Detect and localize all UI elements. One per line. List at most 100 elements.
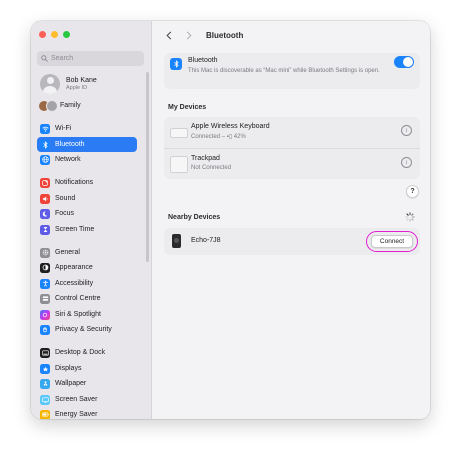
sidebar-item-family[interactable]: Family (37, 98, 137, 113)
sidebar-item-label: Wi-Fi (55, 125, 72, 132)
sidebar-item-label: Privacy & Security (55, 326, 112, 333)
wifi-icon (40, 123, 50, 134)
info-icon[interactable]: i (401, 125, 412, 136)
trackpad-icon (170, 156, 188, 173)
toolbar: Bluetooth (152, 21, 430, 49)
wallpaper-icon (40, 378, 50, 389)
sidebar-item-wifi[interactable]: Wi-Fi (37, 121, 137, 136)
my-devices-list: Apple Wireless Keyboard Connected – ▪▯ 4… (164, 117, 420, 179)
page-title: Bluetooth (206, 30, 244, 40)
main-pane: Bluetooth Bluetooth This Mac is discover… (152, 21, 430, 419)
help-button[interactable]: ? (406, 185, 419, 198)
sidebar-item-label: Network (55, 156, 81, 163)
search-icon (41, 55, 48, 62)
sidebar-item-label: Accessibility (55, 280, 94, 287)
speaker-device-icon (172, 234, 181, 248)
dock-icon (40, 347, 50, 358)
device-name: Apple Wireless Keyboard (191, 123, 270, 130)
profile-subtitle: Apple ID (66, 85, 88, 91)
sidebar-item-label: Screen Time (55, 226, 95, 233)
sidebar-item-bluetooth[interactable]: Bluetooth (37, 137, 137, 152)
zoom-button[interactable] (63, 31, 70, 38)
loading-spinner-icon (405, 212, 415, 222)
sidebar-item-label: General (55, 249, 80, 256)
window-controls (39, 31, 70, 38)
speaker-icon (40, 193, 50, 204)
sidebar-item-label: Family (60, 102, 81, 109)
sidebar-item-screen-saver[interactable]: Screen Saver (37, 392, 137, 407)
info-icon[interactable]: i (401, 157, 412, 168)
sidebar-scrollbar[interactable] (146, 72, 149, 262)
profile-name: Bob Kane (66, 77, 97, 84)
sidebar-item-label: Wallpaper (55, 380, 87, 387)
sidebar-item-wallpaper[interactable]: Wallpaper (37, 376, 137, 391)
sidebar-item-label: Focus (55, 210, 75, 217)
sidebar-item-label: Sound (55, 195, 76, 202)
moon-icon (40, 208, 50, 219)
sidebar-item-focus[interactable]: Focus (37, 206, 137, 221)
sidebar-item-notifications[interactable]: Notifications (37, 175, 137, 190)
sidebar-item-label: Appearance (55, 264, 93, 271)
hourglass-icon (40, 224, 50, 235)
device-row-keyboard[interactable]: Apple Wireless Keyboard Connected – ▪▯ 4… (164, 117, 420, 148)
minimize-button[interactable] (51, 31, 58, 38)
keyboard-icon (170, 128, 188, 138)
sidebar-item-displays[interactable]: Displays (37, 361, 137, 376)
sidebar-item-label: Notifications (55, 179, 94, 186)
sidebar-item-label: Screen Saver (55, 396, 98, 403)
device-name: Echo-7J8 (191, 237, 221, 244)
sidebar-item-label: Displays (55, 365, 82, 372)
sidebar-item-accessibility[interactable]: Accessibility (37, 276, 137, 291)
sidebar-item-appearance[interactable]: Appearance (37, 260, 137, 275)
sidebar-item-network[interactable]: Network (37, 152, 137, 167)
my-devices-heading: My Devices (168, 104, 207, 111)
sidebar-item-desktop-dock[interactable]: Desktop & Dock (37, 345, 137, 360)
avatar (40, 74, 60, 94)
screen-saver-icon (40, 394, 50, 405)
sidebar-item-label: Control Centre (55, 295, 101, 302)
sidebar: Search Bob Kane Apple ID Family Wi-Fi Bl… (31, 21, 152, 419)
sidebar-item-siri-spotlight[interactable]: Siri & Spotlight (37, 307, 137, 322)
display-icon (40, 363, 50, 374)
bluetooth-description: This Mac is discoverable as “Mac mini” w… (188, 68, 380, 74)
family-icon (39, 99, 58, 112)
globe-icon (40, 154, 50, 165)
chevron-right-icon (186, 31, 192, 39)
accessibility-icon (40, 278, 50, 289)
close-button[interactable] (39, 31, 46, 38)
forward-button[interactable] (182, 28, 196, 42)
sidebar-item-energy-saver[interactable]: Energy Saver (37, 407, 137, 419)
sidebar-item-privacy-security[interactable]: Privacy & Security (37, 322, 137, 337)
sidebar-item-label: Energy Saver (55, 411, 98, 418)
battery-icon (40, 409, 50, 419)
search-placeholder: Search (51, 55, 74, 62)
connect-button[interactable]: Connect (371, 235, 413, 248)
device-row-trackpad[interactable]: Trackpad Not Connected i (164, 148, 420, 180)
nearby-devices-heading: Nearby Devices (168, 214, 221, 221)
control-centre-icon (40, 293, 50, 304)
hand-icon (40, 324, 50, 335)
chevron-left-icon (166, 31, 172, 39)
sidebar-item-label: Bluetooth (55, 141, 85, 148)
bluetooth-toggle[interactable] (394, 56, 414, 68)
sidebar-item-sound[interactable]: Sound (37, 191, 137, 206)
sidebar-item-general[interactable]: General (37, 245, 137, 260)
sidebar-item-label: Siri & Spotlight (55, 311, 101, 318)
apple-id-profile[interactable]: Bob Kane Apple ID (37, 71, 145, 97)
bluetooth-title: Bluetooth (188, 57, 218, 64)
bluetooth-icon (170, 58, 182, 70)
sidebar-item-label: Desktop & Dock (55, 349, 106, 356)
device-status: Connected – ▪▯ 42% (191, 134, 246, 140)
search-field[interactable]: Search (37, 51, 144, 66)
settings-window: Search Bob Kane Apple ID Family Wi-Fi Bl… (31, 21, 430, 419)
bluetooth-icon (40, 139, 50, 150)
appearance-icon (40, 262, 50, 273)
siri-icon (40, 309, 50, 320)
sidebar-item-control-centre[interactable]: Control Centre (37, 291, 137, 306)
device-name: Trackpad (191, 155, 220, 162)
device-status: Not Connected (191, 165, 232, 171)
back-button[interactable] (162, 28, 176, 42)
sidebar-item-screen-time[interactable]: Screen Time (37, 222, 137, 237)
bluetooth-card: Bluetooth This Mac is discoverable as “M… (164, 53, 420, 89)
gear-icon (40, 247, 50, 258)
